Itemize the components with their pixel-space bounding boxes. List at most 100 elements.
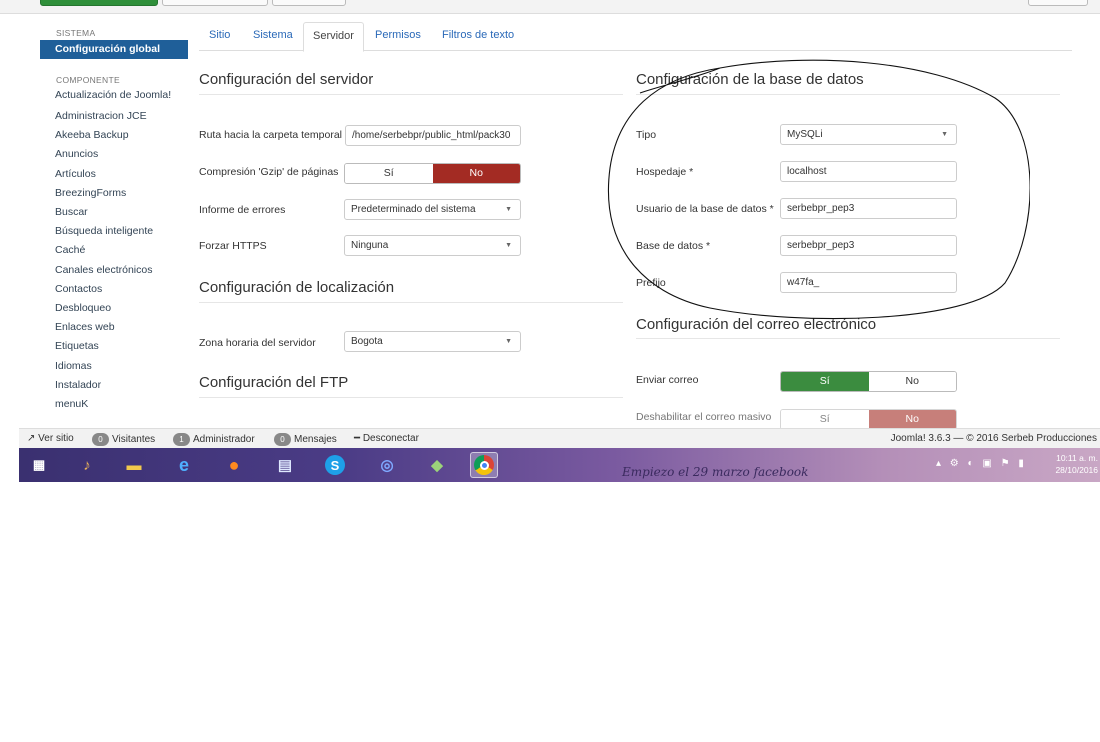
timezone-select[interactable]: Bogota ▼	[344, 331, 521, 352]
sidebar-item-checkin[interactable]: Desbloqueo	[40, 299, 188, 318]
db-type-value: MySQLi	[787, 129, 823, 140]
clock[interactable]: 10:11 a. m. 28/10/2016	[1055, 452, 1098, 476]
sidebar-item-articles[interactable]: Artículos	[40, 165, 188, 184]
mail-config-rule	[636, 338, 1060, 339]
sidebar-item-languages[interactable]: Idiomas	[40, 357, 188, 376]
send-mail-toggle[interactable]: Sí No	[780, 371, 957, 392]
clock-date: 28/10/2016	[1055, 465, 1098, 475]
sidebar-item-installer[interactable]: Instalador	[40, 376, 188, 395]
sidebar-item-search[interactable]: Buscar	[40, 203, 188, 222]
cancel-button[interactable]	[272, 0, 346, 6]
sidebar-item-smart-search[interactable]: Búsqueda inteligente	[40, 222, 188, 241]
globe-icon[interactable]: ◎	[373, 452, 401, 478]
mass-mail-yes-option[interactable]: Sí	[781, 410, 869, 429]
sidebar-section-system: SISTEMA	[56, 28, 96, 38]
db-name-input[interactable]: serbebpr_pep3	[780, 235, 957, 256]
locale-config-title: Configuración de localización	[199, 279, 395, 296]
sidebar-item-tags[interactable]: Etiquetas	[40, 337, 188, 356]
timezone-label: Zona horaria del servidor	[199, 337, 316, 349]
server-config-rule	[199, 94, 623, 95]
send-mail-yes-option[interactable]: Sí	[781, 372, 869, 391]
gzip-label: Compresión 'Gzip' de páginas	[199, 166, 339, 178]
tab-site[interactable]: Sitio	[209, 29, 230, 41]
tab-text-filters[interactable]: Filtros de texto	[442, 29, 514, 41]
sidebar-item-breezingforms[interactable]: BreezingForms	[40, 184, 188, 203]
error-reporting-select[interactable]: Predeterminado del sistema ▼	[344, 199, 521, 220]
db-host-input[interactable]: localhost	[780, 161, 957, 182]
messages-indicator[interactable]: 0 Mensajes	[274, 433, 337, 446]
sidebar-item-jce[interactable]: Administracion JCE	[40, 107, 188, 126]
tray-icons[interactable]: ▴ ⚙ ◐ ▣ ⚑ ▮	[936, 458, 1027, 469]
system-tray: ▴ ⚙ ◐ ▣ ⚑ ▮ 10:11 a. m. 28/10/2016	[930, 448, 1100, 482]
start-icon[interactable]: ▦	[25, 452, 53, 478]
ftp-config-title: Configuración del FTP	[199, 374, 349, 391]
calculator-icon[interactable]: ▤	[271, 452, 299, 478]
view-site-link[interactable]: ↗ Ver sitio	[27, 433, 74, 444]
gzip-yes-option[interactable]: Sí	[345, 164, 433, 183]
sidebar-item-weblinks[interactable]: Enlaces web	[40, 318, 188, 337]
save-close-button[interactable]	[162, 0, 268, 6]
db-prefix-input[interactable]: w47fa_	[780, 272, 957, 293]
db-prefix-label: Prefijo	[636, 277, 666, 289]
db-name-label: Base de datos *	[636, 240, 711, 252]
wallpaper-text: Empiezo el 29 marzo facebook	[622, 465, 809, 479]
messages-count-badge: 0	[274, 433, 291, 446]
clock-time: 10:11 a. m.	[1056, 453, 1098, 463]
database-config-title: Configuración de la base de datos	[636, 71, 864, 88]
mass-mail-label: Deshabilitar el correo masivo	[636, 411, 772, 423]
config-tabs: Sitio Sistema Servidor Permisos Filtros …	[199, 22, 1072, 52]
photos-icon[interactable]: ◆	[423, 452, 451, 478]
server-config-title: Configuración del servidor	[199, 71, 374, 88]
ie-icon[interactable]: e	[170, 452, 198, 478]
sidebar-item-banners[interactable]: Anuncios	[40, 145, 188, 164]
database-config-rule	[636, 94, 1060, 95]
save-button[interactable]	[40, 0, 158, 6]
top-toolbar	[0, 0, 1100, 14]
ftp-config-rule	[199, 397, 623, 398]
timezone-value: Bogota	[351, 336, 383, 347]
folder-icon[interactable]: ▬	[120, 452, 148, 478]
sidebar-item-cache[interactable]: Caché	[40, 241, 188, 260]
tab-permissions[interactable]: Permisos	[375, 29, 421, 41]
db-type-label: Tipo	[636, 129, 657, 141]
tab-system[interactable]: Sistema	[253, 29, 293, 41]
send-mail-no-option[interactable]: No	[868, 372, 956, 391]
chrome-icon[interactable]	[470, 452, 498, 478]
locale-config-rule	[199, 302, 623, 303]
gzip-toggle[interactable]: Sí No	[344, 163, 521, 184]
error-reporting-label: Informe de errores	[199, 204, 286, 216]
db-user-label: Usuario de la base de datos *	[636, 203, 774, 215]
firefox-icon[interactable]: ●	[220, 452, 248, 478]
messages-label: Mensajes	[294, 434, 337, 445]
chevron-down-icon: ▼	[505, 206, 512, 213]
db-user-input[interactable]: serbebpr_pep3	[780, 198, 957, 219]
winamp-icon[interactable]: ♪	[73, 452, 101, 478]
windows-taskbar: ▦ ♪ ▬ e ● ▤ S ◎ ◆ Empiezo el 29 marzo fa…	[19, 448, 1100, 482]
version-text: Joomla! 3.6.3 — © 2016 Serbeb Produccion…	[890, 433, 1097, 444]
sidebar-item-joomla-update[interactable]: Actualización de Joomla!	[40, 89, 188, 107]
sidebar-item-menuk[interactable]: menuK	[40, 395, 188, 414]
external-link-icon: ↗	[27, 433, 36, 444]
sidebar-item-contacts[interactable]: Contactos	[40, 280, 188, 299]
send-mail-label: Enviar correo	[636, 374, 699, 386]
skype-icon[interactable]: S	[321, 452, 349, 478]
view-site-label: Ver sitio	[38, 433, 74, 444]
minus-icon: ━	[354, 433, 361, 444]
visitors-indicator[interactable]: 0 Visitantes	[92, 433, 155, 446]
help-button[interactable]	[1028, 0, 1088, 6]
gzip-no-option[interactable]: No	[432, 164, 520, 183]
mass-mail-no-option[interactable]: No	[868, 410, 956, 429]
tab-server[interactable]: Servidor	[303, 22, 364, 52]
logout-link[interactable]: ━ Desconectar	[354, 433, 419, 444]
sidebar-item-global-config[interactable]: Configuración global	[40, 40, 188, 59]
admin-indicator[interactable]: 1 Administrador	[173, 433, 255, 446]
sidebar-item-akeeba[interactable]: Akeeba Backup	[40, 126, 188, 145]
db-type-select[interactable]: MySQLi ▼	[780, 124, 957, 145]
chevron-down-icon: ▼	[941, 131, 948, 138]
admin-count-badge: 1	[173, 433, 190, 446]
mass-mail-toggle[interactable]: Sí No	[780, 409, 957, 430]
temp-path-input[interactable]: /home/serbebpr/public_html/pack30	[345, 125, 521, 146]
chevron-down-icon: ▼	[505, 242, 512, 249]
force-https-select[interactable]: Ninguna ▼	[344, 235, 521, 256]
sidebar-item-newsfeeds[interactable]: Canales electrónicos	[40, 261, 188, 280]
